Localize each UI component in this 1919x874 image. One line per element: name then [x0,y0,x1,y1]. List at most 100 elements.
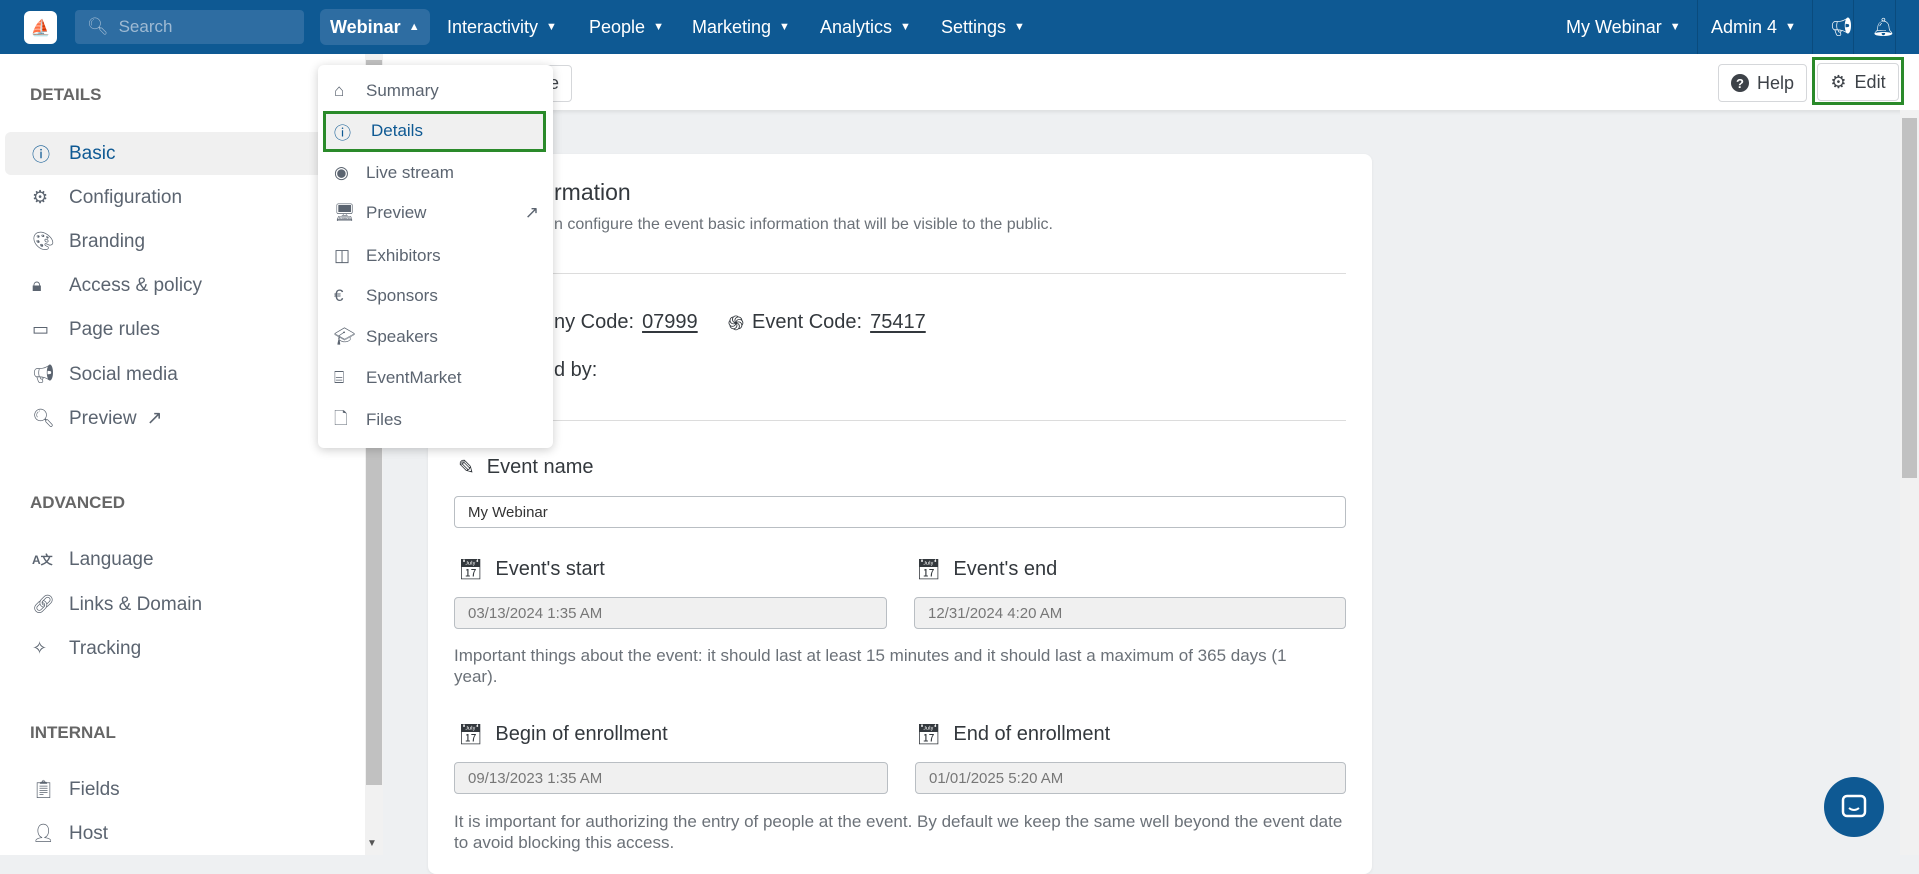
basic-information-card: rmation n configure the event basic info… [428,154,1372,874]
notifications-button[interactable]: 🔔︎ [1862,9,1905,45]
booth-icon: ◫ [334,246,351,265]
scroll-down-arrow-icon[interactable]: ▼ [367,838,377,849]
nav-people[interactable]: People ▼ [579,9,674,45]
webinar-dropdown-menu: ⌂ Summary ⓘ Details ◉ Live stream 🖥︎ Preview… [318,65,553,448]
main-scrollbar-thumb[interactable] [1902,118,1917,478]
menu-item-live-stream[interactable]: ◉ Live stream [318,153,553,193]
sidebar-item-tracking[interactable]: ✧ Tracking [5,627,365,670]
link-icon: 🔗︎ [32,594,55,614]
divider [1697,0,1698,54]
chevron-down-icon: ▼ [546,21,557,33]
event-code[interactable]: 75417 [870,311,926,334]
event-name-label: ✎ Event name [458,456,594,479]
external-link-icon: ↗ [524,203,539,222]
sidebar-item-access-policy[interactable]: 🔒︎ Access & policy [5,264,365,307]
menu-item-files[interactable]: 🗋 Files [318,400,553,440]
gear-icon: ⚙ [1830,71,1847,92]
question-circle-icon: ? [1730,74,1749,92]
sidebar-item-links-domain[interactable]: 🔗︎ Links & Domain [5,583,365,626]
section-title: DETAILS [30,85,102,104]
user-menu[interactable]: Admin 4 ▼ [1701,9,1806,45]
sidebar-item-preview[interactable]: 🔍︎ Preview ↗ [5,397,365,440]
event-start-label: 📅︎ Event's start [458,558,605,581]
divider [1853,0,1854,54]
chevron-up-icon: ▲ [408,21,420,33]
enrollment-help-text: It is important for authorizing the entr… [454,812,1343,852]
chevron-down-icon: ▼ [1785,21,1796,33]
podcast-icon: ◉ [334,163,349,182]
file-icon: 🗋 [334,408,348,428]
card-title: rmation [554,179,631,205]
store-icon: ⌸ [334,368,345,387]
page-toolbar [383,54,1919,110]
lock-icon: 🔒︎ [32,275,42,295]
sidebar-item-fields[interactable]: 📋︎ Fields [5,768,365,811]
search-input[interactable]: 🔍︎ Search [75,10,304,44]
section-title: ADVANCED [30,493,126,512]
event-name-input[interactable]: My Webinar [454,496,1346,528]
calendar-icon: 📅︎ [458,724,484,746]
chat-icon [1841,794,1867,818]
enrollment-end-input[interactable]: 01/01/2025 5:20 AM [915,762,1346,794]
user-icon: 👤︎ [32,823,55,843]
nav-interactivity[interactable]: Interactivity ▼ [437,9,567,45]
sidebar-item-host[interactable]: 👤︎ Host [5,812,365,855]
event-end-label: 📅︎ Event's end [916,558,1058,581]
enrollment-end-label: 📅︎ End of enrollment [916,723,1111,746]
magic-wand-icon: ✧ [32,638,48,658]
graduation-cap-icon: 🎓︎ [334,327,356,346]
window-icon: ▭ [32,319,50,339]
fingerprint-icon: ֍ [727,313,745,335]
menu-item-speakers[interactable]: 🎓︎ Speakers [318,317,553,357]
event-selector[interactable]: My Webinar ▼ [1556,9,1691,45]
external-link-icon: ↗ [146,408,163,429]
nav-marketing[interactable]: Marketing ▼ [682,9,800,45]
search-icon: 🔍︎ [87,17,109,36]
enrollment-begin-input[interactable]: 09/13/2023 1:35 AM [454,762,888,794]
section-title: INTERNAL [30,723,116,742]
sidebar: DETAILS ⓘ Basic ⚙ Configuration 🎨︎ Branding… [0,54,365,855]
menu-item-eventmarket[interactable]: ⌸ EventMarket [318,358,553,398]
codes-row: ny Code: 07999 ֍ Event Code: 75417 [554,311,926,335]
divider [1812,0,1813,54]
created-by-label: d by: [554,359,598,381]
divider [454,273,1346,274]
company-code[interactable]: 07999 [642,311,698,334]
divider [454,420,1346,421]
sidebar-item-page-rules[interactable]: ▭ Page rules [5,308,365,351]
menu-item-sponsors[interactable]: € Sponsors [318,276,553,316]
announcements-button[interactable]: 📢︎ [1820,9,1863,45]
megaphone-icon: 📢︎ [32,364,55,384]
menu-item-exhibitors[interactable]: ◫ Exhibitors [318,236,553,276]
sidebar-item-social-media[interactable]: 📢︎ Social media [5,353,365,396]
nav-analytics[interactable]: Analytics ▼ [810,9,921,45]
divider [1895,0,1896,54]
event-help-text: Important things about the event: it sho… [454,646,1287,686]
sidebar-item-branding[interactable]: 🎨︎ Branding [5,220,365,263]
chat-launcher-button[interactable] [1824,777,1884,837]
calendar-icon: 📅︎ [458,559,484,581]
top-navbar: ⛵ 🔍︎ Search Webinar ▲ Interactivity ▼ Peop… [0,0,1919,54]
enrollment-begin-label: 📅︎ Begin of enrollment [458,723,668,746]
help-button[interactable]: ? Help [1718,64,1807,102]
megaphone-icon: 📢︎ [1830,16,1853,37]
nav-settings[interactable]: Settings ▼ [931,9,1035,45]
chevron-down-icon: ▼ [1014,21,1025,33]
chevron-down-icon: ▼ [653,21,664,33]
edit-button[interactable]: ⚙ Edit [1817,63,1899,101]
gear-icon: ⚙ [32,187,49,207]
search-icon: 🔍︎ [32,408,55,428]
event-end-input[interactable]: 12/31/2024 4:20 AM [914,597,1346,629]
event-start-input[interactable]: 03/13/2024 1:35 AM [454,597,887,629]
sidebar-item-basic[interactable]: ⓘ Basic [5,132,365,175]
menu-item-summary[interactable]: ⌂ Summary [318,71,553,111]
menu-item-preview[interactable]: 🖥︎ Preview ↗ [318,193,553,233]
sidebar-item-language[interactable]: A文 Language [5,538,365,581]
sidebar-item-configuration[interactable]: ⚙ Configuration [5,176,365,219]
calendar-icon: 📅︎ [916,559,942,581]
app-logo[interactable]: ⛵ [24,11,57,44]
card-subtitle: n configure the event basic information … [554,216,1053,233]
info-circle-icon: ⓘ [32,144,50,165]
nav-webinar[interactable]: Webinar ▲ [320,9,430,45]
home-icon: ⌂ [334,81,345,100]
